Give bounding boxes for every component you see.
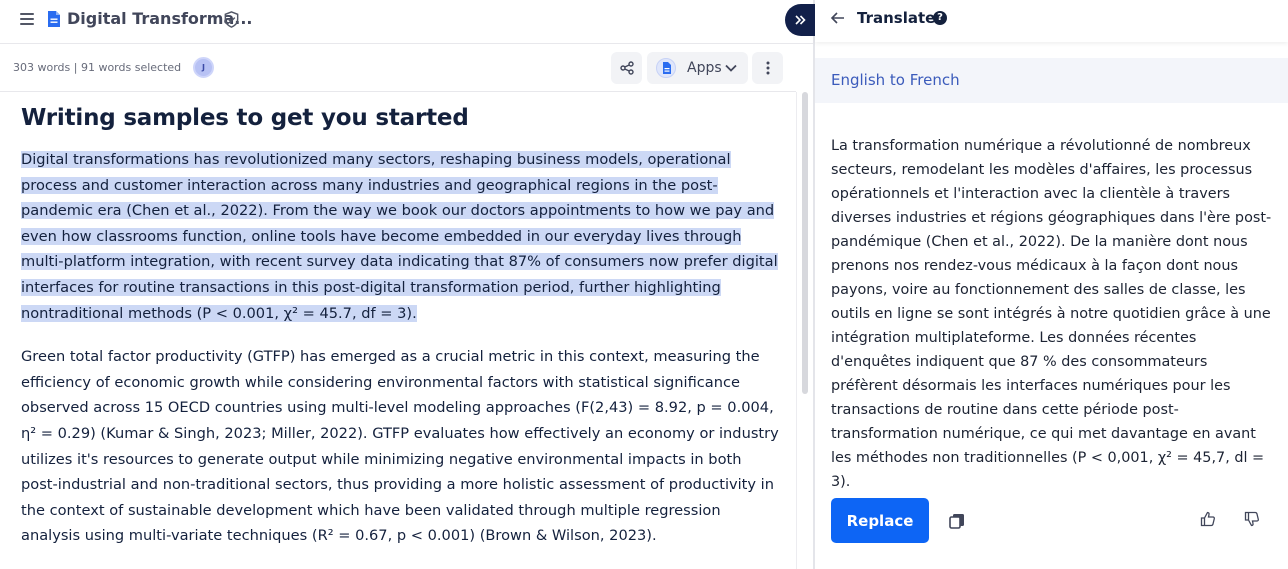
copy-icon[interactable] <box>948 512 966 530</box>
translate-panel: Translate ? English to French La transfo… <box>815 0 1288 569</box>
collapse-panel-button[interactable] <box>785 4 815 36</box>
document-body[interactable]: Writing samples to get you started Digit… <box>21 105 781 549</box>
scrollbar-thumb[interactable] <box>802 92 808 394</box>
editor-scrollbar[interactable] <box>796 92 813 569</box>
thumbs-down-icon[interactable] <box>1244 511 1260 527</box>
selected-text[interactable]: Digital transformations has revolutioniz… <box>21 151 778 322</box>
share-button[interactable] <box>611 52 642 84</box>
avatar[interactable]: J <box>193 57 214 78</box>
help-icon[interactable]: ? <box>933 11 947 25</box>
document-icon <box>48 11 60 27</box>
chevron-down-icon <box>725 64 737 72</box>
apps-logo-icon <box>656 58 676 78</box>
editor-top-bar: Digital Transforma... <box>0 0 813 44</box>
panel-header: Translate ? <box>815 0 1288 42</box>
language-pair-label: English to French <box>831 71 960 89</box>
editor-pane: Digital Transforma... 303 words | 91 wor… <box>0 0 813 569</box>
paragraph-1[interactable]: Digital transformations has revolutioniz… <box>21 147 781 326</box>
apps-dropdown[interactable]: Apps <box>647 52 748 84</box>
language-selector[interactable]: English to French <box>815 58 1288 103</box>
more-vertical-icon <box>766 61 769 75</box>
apps-label: Apps <box>687 60 722 76</box>
panel-title: Translate <box>857 9 936 27</box>
document-heading: Writing samples to get you started <box>21 105 469 131</box>
back-arrow-icon[interactable] <box>830 10 846 26</box>
word-count: 303 words | 91 words selected <box>13 61 182 74</box>
paragraph-2[interactable]: Green total factor productivity (GTFP) h… <box>21 344 781 549</box>
more-options-button[interactable] <box>752 52 783 84</box>
thumbs-up-icon[interactable] <box>1200 511 1216 527</box>
shield-icon[interactable] <box>222 10 241 29</box>
replace-button[interactable]: Replace <box>831 498 929 543</box>
share-icon <box>619 61 634 75</box>
translation-output: La transformation numérique a révolution… <box>831 138 1272 490</box>
menu-icon[interactable] <box>20 13 34 27</box>
collapse-panel-icon <box>795 15 806 25</box>
